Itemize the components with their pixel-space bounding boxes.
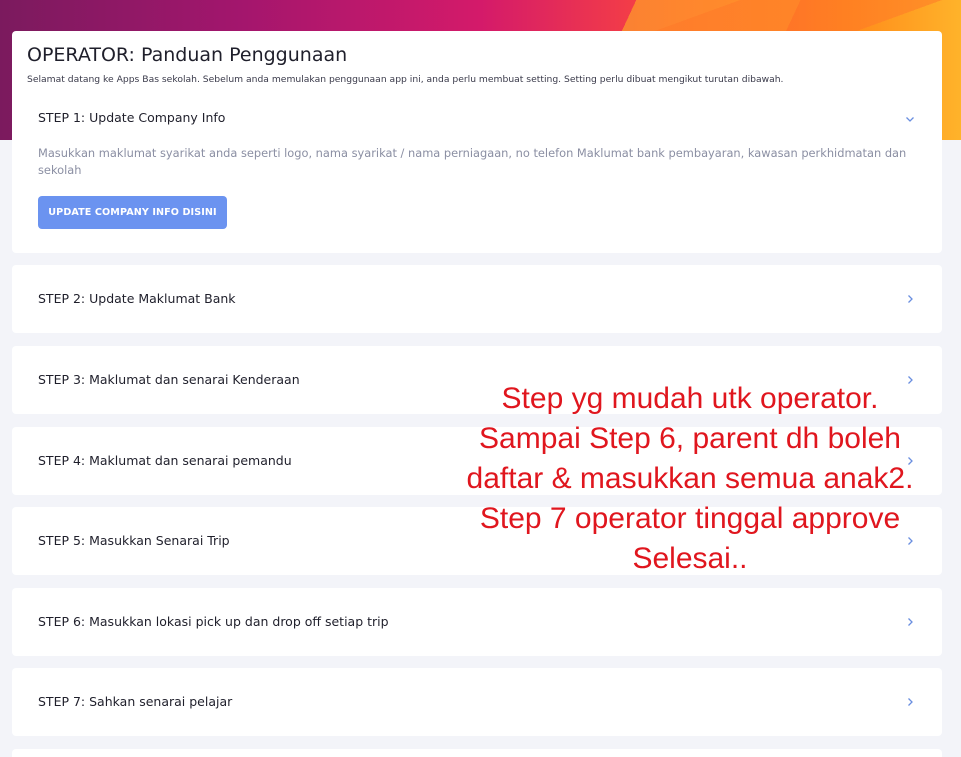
update-company-info-button[interactable]: UPDATE COMPANY INFO DISINI bbox=[38, 196, 227, 229]
step-3-title: STEP 3: Maklumat dan senarai Kenderaan bbox=[38, 372, 300, 387]
page-description: Selamat datang ke Apps Bas sekolah. Sebe… bbox=[27, 74, 784, 85]
chevron-down-icon[interactable] bbox=[904, 113, 916, 125]
annotation-line: Selesai.. bbox=[632, 542, 748, 575]
annotation-line: Step 7 operator tinggal approve bbox=[479, 502, 901, 535]
step-4-title: STEP 4: Maklumat dan senarai pemandu bbox=[38, 453, 292, 468]
annotation-line: daftar & masukkan semua anak2. bbox=[466, 462, 914, 495]
chevron-right-icon[interactable] bbox=[904, 293, 916, 305]
step-7-item[interactable]: STEP 7: Sahkan senarai pelajar bbox=[12, 668, 942, 736]
step-1-title: STEP 1: Update Company Info bbox=[38, 110, 226, 125]
page-title: OPERATOR: Panduan Penggunaan bbox=[27, 44, 348, 66]
chevron-right-icon[interactable] bbox=[904, 616, 916, 628]
step-1-description: Masukkan maklumat syarikat anda seperti … bbox=[38, 146, 907, 177]
annotation-note: Step yg mudah utk operator. Sampai Step … bbox=[430, 379, 950, 579]
step-next-item bbox=[12, 749, 942, 757]
step-7-title: STEP 7: Sahkan senarai pelajar bbox=[38, 694, 233, 709]
step-6-item[interactable]: STEP 6: Masukkan lokasi pick up dan drop… bbox=[12, 588, 942, 656]
step-5-title: STEP 5: Masukkan Senarai Trip bbox=[38, 533, 230, 548]
annotation-line: Step yg mudah utk operator. bbox=[501, 382, 879, 415]
step-2-item[interactable]: STEP 2: Update Maklumat Bank bbox=[12, 265, 942, 333]
step-6-title: STEP 6: Masukkan lokasi pick up dan drop… bbox=[38, 614, 389, 629]
page: OPERATOR: Panduan Penggunaan Selamat dat… bbox=[0, 0, 961, 757]
step-2-title: STEP 2: Update Maklumat Bank bbox=[38, 291, 236, 306]
guide-card: OPERATOR: Panduan Penggunaan Selamat dat… bbox=[12, 31, 942, 253]
annotation-line: Sampai Step 6, parent dh boleh bbox=[479, 422, 901, 455]
chevron-right-icon[interactable] bbox=[904, 696, 916, 708]
